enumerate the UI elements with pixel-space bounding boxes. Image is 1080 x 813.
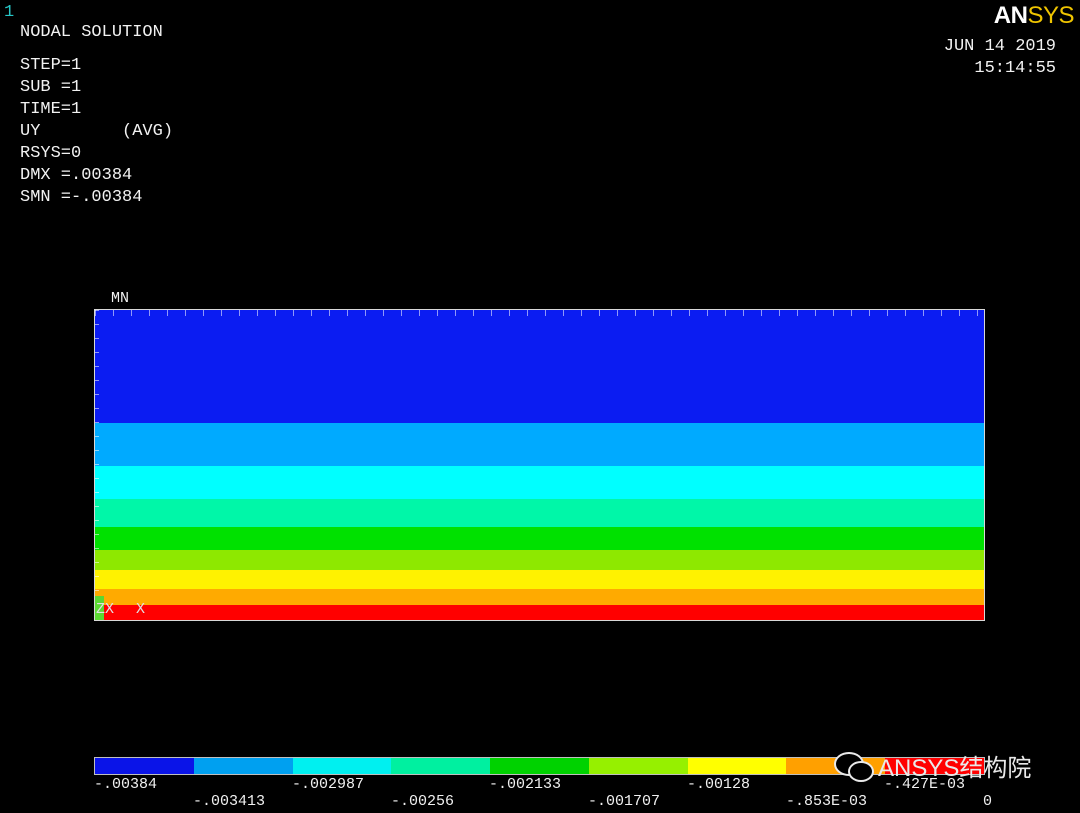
x-axis-label: X — [136, 601, 146, 618]
watermark: ANSYS结构院 — [832, 748, 1031, 782]
contour-band — [95, 527, 984, 550]
contour-plot — [94, 309, 985, 621]
header-line-time: TIME=1 — [20, 100, 82, 119]
legend-color-cell — [292, 758, 392, 774]
legend-color-cell — [391, 758, 491, 774]
timestamp-date: JUN 14 2019 — [943, 37, 1056, 56]
ansys-logo: ANSYS — [993, 2, 1075, 30]
timestamp-time: 15:14:55 — [974, 59, 1056, 78]
header-line-sub: SUB =1 — [20, 78, 82, 97]
origin-axis-label: ZX — [96, 601, 115, 618]
legend-label-bottom-2: -.001707 — [588, 793, 661, 810]
legend-label-top-3: -.00128 — [687, 776, 751, 793]
legend-label-top-2: -.002133 — [489, 776, 562, 793]
contour-band — [95, 466, 984, 499]
header-line-dmx: DMX =.00384 — [20, 166, 133, 185]
watermark-text: ANSYS结构院 — [878, 754, 1032, 782]
plot-top-ticks — [95, 310, 984, 316]
contour-band — [95, 499, 984, 527]
legend-color-cell — [193, 758, 293, 774]
legend-label-bottom-0: -.003413 — [193, 793, 266, 810]
contour-band — [95, 605, 984, 620]
contour-band — [95, 310, 984, 423]
min-marker-label: MN — [111, 290, 130, 307]
legend-label-top-1: -.002987 — [292, 776, 365, 793]
legend-label-top-0: -.00384 — [94, 776, 158, 793]
header-line-uy: UY (AVG) — [20, 122, 174, 141]
legend-color-cell — [588, 758, 688, 774]
legend-label-bottom-4: 0 — [983, 793, 993, 810]
legend-color-cell — [490, 758, 589, 774]
logo-part1: AN — [993, 2, 1028, 29]
result-title: NODAL SOLUTION — [20, 23, 163, 42]
legend-color-cell — [95, 758, 194, 774]
legend-label-bottom-3: -.853E-03 — [786, 793, 868, 810]
legend-label-bottom-1: -.00256 — [391, 793, 455, 810]
contour-band — [95, 589, 984, 605]
contour-band — [95, 423, 984, 466]
contour-band — [95, 550, 984, 570]
wechat-icon — [832, 750, 874, 782]
header-line-rsys: RSYS=0 — [20, 144, 82, 163]
window-number: 1 — [4, 3, 15, 22]
header-line-step: STEP=1 — [20, 56, 82, 75]
header-line-smn: SMN =-.00384 — [20, 188, 143, 207]
logo-part2: SYS — [1027, 2, 1074, 29]
contour-band — [95, 570, 984, 589]
legend-color-cell — [687, 758, 787, 774]
plot-left-ticks — [95, 310, 99, 620]
